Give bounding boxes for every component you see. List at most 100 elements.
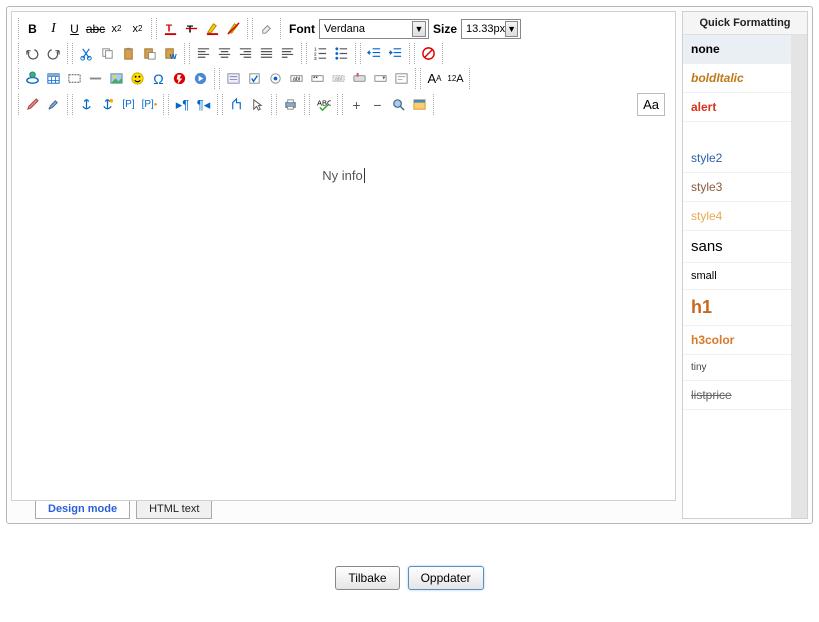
- qf-item-tiny[interactable]: tiny: [683, 355, 791, 381]
- scrollbar[interactable]: [791, 35, 807, 518]
- password-button[interactable]: **: [307, 68, 328, 89]
- svg-text:W: W: [170, 52, 178, 61]
- anchor-button[interactable]: [76, 94, 97, 115]
- qf-item-listprice[interactable]: listprice: [683, 381, 791, 410]
- qf-item-h1[interactable]: h1: [683, 290, 791, 326]
- back-button[interactable]: Tilbake: [335, 566, 399, 590]
- font-select[interactable]: Verdana▼: [319, 19, 429, 39]
- qf-item-style4[interactable]: style4: [683, 202, 791, 231]
- radio-button[interactable]: [265, 68, 286, 89]
- highlight-button[interactable]: [202, 18, 223, 39]
- indent-button[interactable]: [385, 43, 406, 64]
- pointer-pick-button[interactable]: [247, 94, 268, 115]
- tab-html-text[interactable]: HTML text: [136, 501, 212, 519]
- align-justify-button[interactable]: [256, 43, 277, 64]
- font-size2-button[interactable]: 12A: [445, 68, 466, 89]
- table-button[interactable]: [43, 68, 64, 89]
- zoom-button[interactable]: [388, 94, 409, 115]
- flash-button[interactable]: [169, 68, 190, 89]
- strikethrough-button[interactable]: abc: [85, 18, 106, 39]
- superscript-button[interactable]: x2: [127, 18, 148, 39]
- strike-color-button[interactable]: T: [181, 18, 202, 39]
- ltr-button[interactable]: ▸¶: [172, 94, 193, 115]
- button-input-button[interactable]: [349, 68, 370, 89]
- hr-button[interactable]: [85, 68, 106, 89]
- aa-indicator: Aa: [637, 93, 665, 116]
- paragraph-marker-button[interactable]: [P]: [118, 94, 139, 115]
- align-none-button[interactable]: [277, 43, 298, 64]
- select-input-button[interactable]: [370, 68, 391, 89]
- quick-formatting-list: none boldItalic alert style2 style3 styl…: [683, 35, 791, 518]
- anchor2-button[interactable]: [97, 94, 118, 115]
- size-select[interactable]: 13.33px▼: [461, 19, 521, 39]
- brush-button[interactable]: [43, 94, 64, 115]
- image-button[interactable]: [106, 68, 127, 89]
- marquee-button[interactable]: [64, 68, 85, 89]
- link-button[interactable]: [22, 68, 43, 89]
- print-button[interactable]: [280, 94, 301, 115]
- text-color-button[interactable]: T: [160, 18, 181, 39]
- eyedropper-button[interactable]: [22, 94, 43, 115]
- qf-item-small[interactable]: small: [683, 263, 791, 290]
- editor-content[interactable]: Ny info: [12, 122, 675, 500]
- hidden-button[interactable]: abl: [328, 68, 349, 89]
- svg-text:abl: abl: [335, 76, 343, 82]
- paste-word-button[interactable]: W: [160, 43, 181, 64]
- redo-button[interactable]: [43, 43, 64, 64]
- spellcheck-button[interactable]: ABC: [313, 94, 334, 115]
- zoom-in-plus-button[interactable]: +: [346, 94, 367, 115]
- qf-item-alert[interactable]: alert: [683, 93, 791, 122]
- subscript-button[interactable]: x2: [106, 18, 127, 39]
- svg-text:ABC: ABC: [317, 98, 331, 107]
- rtl-button[interactable]: ¶◂: [193, 94, 214, 115]
- copy-button[interactable]: [97, 43, 118, 64]
- align-center-button[interactable]: [214, 43, 235, 64]
- paragraph-marker2-button[interactable]: [P]●: [139, 94, 160, 115]
- no-highlight-button[interactable]: [223, 18, 244, 39]
- qf-item-bolditalic[interactable]: boldItalic: [683, 64, 791, 93]
- undo-button[interactable]: [22, 43, 43, 64]
- paste-button[interactable]: [118, 43, 139, 64]
- quick-formatting-panel: Quick Formatting none boldItalic alert s…: [682, 11, 808, 519]
- svg-text:abl: abl: [293, 76, 301, 82]
- smiley-button[interactable]: [127, 68, 148, 89]
- toolbar: B I U abc x2 x2 T T: [12, 12, 675, 122]
- qf-item-sans[interactable]: sans: [683, 231, 791, 263]
- align-left-button[interactable]: [193, 43, 214, 64]
- ordered-list-button[interactable]: 123: [310, 43, 331, 64]
- quick-formatting-header: Quick Formatting: [683, 12, 807, 35]
- underline-button[interactable]: U: [64, 18, 85, 39]
- special-char-button[interactable]: Ω: [148, 68, 169, 89]
- zoom-out-minus-button[interactable]: −: [367, 94, 388, 115]
- paste-text-button[interactable]: [139, 43, 160, 64]
- font-size-button[interactable]: AA: [424, 68, 445, 89]
- svg-text:3: 3: [314, 56, 317, 61]
- bold-button[interactable]: B: [22, 18, 43, 39]
- form-button[interactable]: [223, 68, 244, 89]
- outdent-button[interactable]: [364, 43, 385, 64]
- textfield-button[interactable]: abl: [286, 68, 307, 89]
- media-button[interactable]: [190, 68, 211, 89]
- font-label: Font: [289, 22, 315, 36]
- size-label: Size: [433, 22, 457, 36]
- pointer-up-button[interactable]: [226, 94, 247, 115]
- qf-item-style3[interactable]: style3: [683, 173, 791, 202]
- cut-button[interactable]: [76, 43, 97, 64]
- italic-button[interactable]: I: [43, 18, 64, 39]
- qf-item-none[interactable]: none: [683, 35, 791, 64]
- svg-text:T: T: [187, 24, 194, 35]
- svg-text:**: **: [313, 75, 319, 82]
- checkbox-button[interactable]: [244, 68, 265, 89]
- unordered-list-button[interactable]: [331, 43, 352, 64]
- eraser-button[interactable]: [256, 18, 277, 39]
- qf-item-h3color[interactable]: h3color: [683, 326, 791, 355]
- update-button[interactable]: Oppdater: [408, 566, 484, 590]
- fullscreen-button[interactable]: [409, 94, 430, 115]
- content-text: Ny info: [322, 168, 364, 183]
- svg-text:T: T: [166, 23, 173, 34]
- qf-item-style2[interactable]: style2: [683, 144, 791, 173]
- tab-design-mode[interactable]: Design mode: [35, 501, 130, 519]
- remove-format-button[interactable]: [418, 43, 439, 64]
- textarea-button[interactable]: [391, 68, 412, 89]
- align-right-button[interactable]: [235, 43, 256, 64]
